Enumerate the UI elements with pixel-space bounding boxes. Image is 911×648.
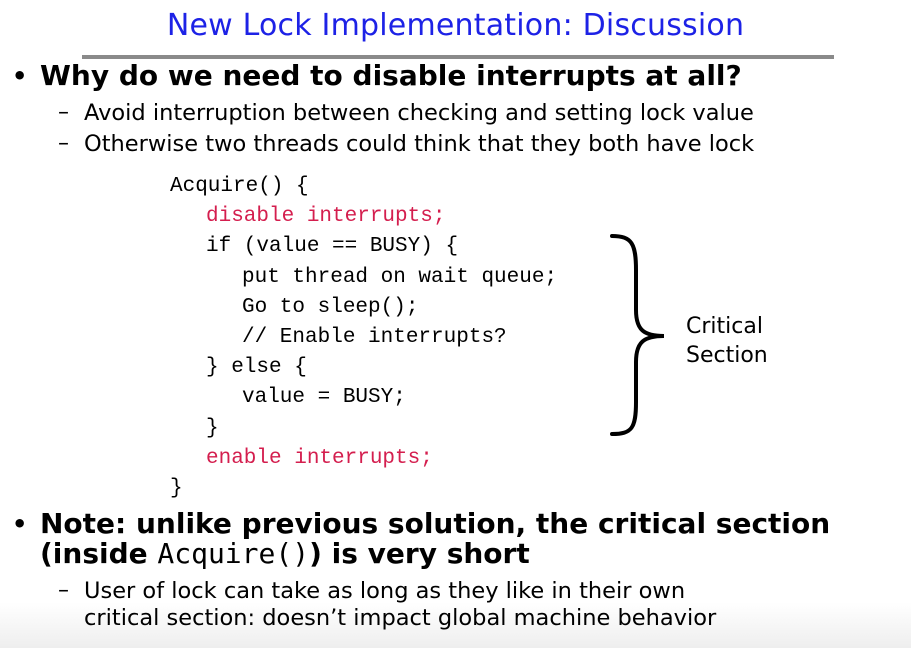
code-line: Go to sleep(); — [242, 295, 419, 319]
code-line: disable interrupts; — [206, 205, 446, 229]
sub-bullet-marker: – — [58, 131, 69, 156]
acquire-code-block: Acquire() { disable interrupts; if (value … — [170, 172, 557, 504]
code-line: // Enable interrupts? — [242, 325, 507, 349]
bullet-note-pre: (inside — [40, 537, 158, 570]
code-line: Acquire() { — [170, 175, 309, 198]
bullet-note-post: ) is very short — [309, 537, 530, 570]
sub-bullet-marker: – — [58, 578, 69, 603]
sub-bullet-two-threads: Otherwise two threads could think that t… — [84, 131, 755, 157]
slide: New Lock Implementation: Discussion • Wh… — [0, 0, 911, 648]
sub-bullet-marker: – — [58, 100, 69, 125]
code-line: enable interrupts; — [206, 446, 433, 470]
critical-section-label: Critical Section — [686, 312, 768, 370]
code-line: } else { — [206, 356, 307, 380]
bullet-marker: • — [12, 62, 28, 90]
bullet-note-line1: Note: unlike previous solution, the crit… — [40, 507, 831, 540]
sub-bullet-avoid-interruption: Avoid interruption between checking and … — [84, 100, 754, 126]
bullet-why-disable-interrupts: Why do we need to disable interrupts at … — [40, 59, 742, 92]
slide-title: New Lock Implementation: Discussion — [166, 8, 745, 43]
curly-brace-icon — [610, 234, 665, 436]
code-line: put thread on wait queue; — [242, 265, 558, 289]
bullet-note-line2: (inside Acquire()) is very short — [40, 538, 530, 570]
acquire-code-inline: Acquire() — [157, 537, 310, 570]
sub-bullet-user-of-lock-line1: User of lock can take as long as they li… — [84, 578, 686, 604]
code-line: } — [206, 416, 219, 440]
bullet-marker: • — [12, 510, 28, 538]
sub-bullet-user-of-lock-line2: critical section: doesn’t impact global … — [84, 605, 717, 631]
critical-label-line2: Section — [686, 343, 768, 368]
code-line: } — [170, 476, 183, 500]
critical-label-line1: Critical — [686, 314, 763, 339]
code-line: value = BUSY; — [242, 386, 406, 410]
code-line: if (value == BUSY) { — [206, 235, 459, 259]
